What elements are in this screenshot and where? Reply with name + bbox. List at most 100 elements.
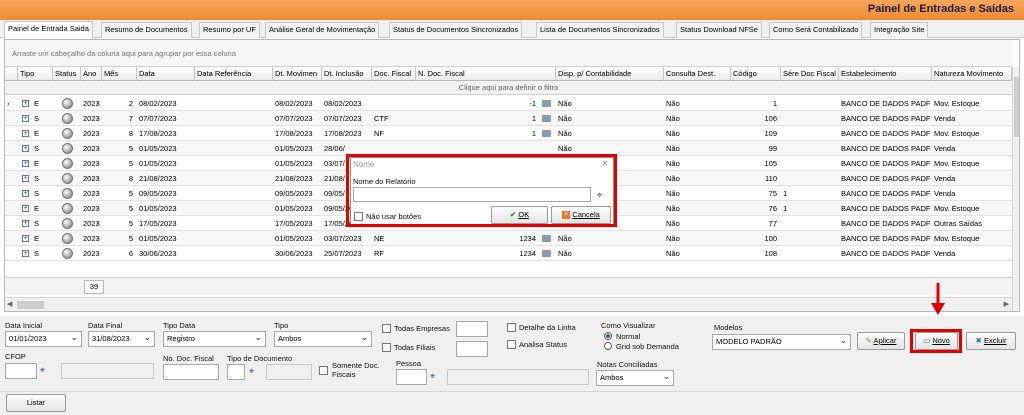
header-serie-doc-fiscal[interactable]: Sére Doc Fiscal	[781, 67, 839, 81]
tab-resumo-documentos[interactable]: Resumo de Documentos	[101, 22, 192, 38]
empresas-input[interactable]	[456, 321, 488, 337]
cell-serie	[781, 96, 839, 111]
cell-natureza: Venda	[934, 249, 956, 258]
somente-doc-fiscais-checkbox[interactable]	[319, 366, 328, 375]
tab-painel-entrada-saida[interactable]: Painel de Entrada Saida	[4, 21, 93, 39]
cell-dtmov: 09/05/2023	[275, 189, 313, 198]
printer-icon[interactable]	[542, 130, 551, 137]
filter-row[interactable]: Clique aqui para definir o filtro	[5, 81, 1012, 95]
aplicar-button[interactable]: ✎ Aplicar	[857, 332, 905, 350]
expand-row-icon[interactable]: +	[22, 115, 29, 122]
cfop-binoculars-icon[interactable]: ⌖	[40, 365, 45, 376]
tab-lista-documentos[interactable]: Lista de Documentos Sincronizados	[536, 22, 664, 38]
table-row[interactable]: + E 2023 5 01/05/2023 01/05/2023 03/07/2023 NE N…	[5, 231, 1012, 246]
table-row[interactable]: + E 2023 8 17/08/2023 17/08/2023 17/08/2023 NF N…	[5, 126, 1012, 141]
cell-mes: 8	[128, 129, 133, 138]
tab-analise-geral[interactable]: Análise Geral de Movimentação	[265, 22, 380, 38]
tipo-select[interactable]: Ambos	[274, 331, 372, 347]
tab-resumo-uf[interactable]: Resumo por UF	[199, 22, 260, 38]
expand-row-icon[interactable]: +	[22, 130, 29, 137]
expand-row-icon[interactable]: +	[22, 175, 29, 182]
header-doc-fiscal[interactable]: Doc. Fiscal	[372, 67, 416, 81]
cell-consulta: Não	[666, 144, 680, 153]
printer-icon[interactable]	[542, 115, 551, 122]
cell-estab: BANCO DE DADOS PADF	[841, 249, 931, 258]
printer-icon[interactable]	[542, 100, 551, 107]
expand-row-icon[interactable]: +	[22, 205, 29, 212]
tipo-documento-binoculars-icon[interactable]: ⌖	[249, 366, 254, 377]
header-data-referencia[interactable]: Data Referência	[195, 67, 273, 81]
tipo-documento-input[interactable]	[227, 364, 245, 380]
report-name-input[interactable]	[353, 187, 591, 202]
ok-button[interactable]: ✔ OK	[491, 206, 548, 224]
filiais-input[interactable]	[456, 341, 488, 357]
header-dt-inclusao[interactable]: Dt. Inclusão	[322, 67, 372, 81]
tipo-data-select[interactable]: Registro	[163, 331, 266, 347]
data-final-field[interactable]: 31/08/2023	[88, 331, 155, 347]
cell-ndoc: 1	[531, 129, 536, 138]
novo-button[interactable]: ▭ Novo	[915, 332, 958, 350]
expand-row-icon[interactable]: +	[22, 160, 29, 167]
todas-filiais-checkbox[interactable]	[382, 343, 391, 352]
listar-button[interactable]: Listar	[6, 394, 66, 412]
header-data[interactable]: Data	[137, 67, 195, 81]
vertical-scrollbar[interactable]	[1012, 67, 1019, 311]
horizontal-scrollbar[interactable]: ◀ ▶	[5, 297, 1012, 311]
header-n-doc-fiscal[interactable]: N. Doc. Fiscal	[416, 67, 556, 81]
header-tipo[interactable]: Tipo	[18, 67, 53, 81]
horizontal-scroll-thumb[interactable]	[17, 301, 44, 309]
table-row[interactable]: + S 2023 5 01/05/2023 01/05/2023 28/06/Não Não 9…	[5, 141, 1012, 156]
cell-tipo: E	[34, 129, 40, 138]
header-consulta-dest[interactable]: Consulta Dest.	[664, 67, 731, 81]
pessoa-binoculars-icon[interactable]: ⌖	[430, 371, 435, 382]
header-dt-movimento[interactable]: Dt. Movimen	[273, 67, 322, 81]
excluir-button[interactable]: ✖ Excluir	[966, 332, 1016, 350]
table-row[interactable]: + S 2023 7 07/07/2023 07/07/2023 07/07/2023 CTF…	[5, 111, 1012, 126]
header-ano[interactable]: Ano	[81, 67, 102, 81]
expand-row-icon[interactable]: +	[22, 145, 29, 152]
cfop-label: CFOP	[5, 352, 26, 361]
no-doc-fiscal-input[interactable]	[163, 364, 219, 380]
expand-row-icon[interactable]: +	[22, 220, 29, 227]
group-by-area[interactable]: Arraste um cabeçalho da coluna aqui para…	[5, 40, 1012, 67]
scroll-right-icon[interactable]: ▶	[1004, 300, 1009, 308]
header-disp-contabilidade[interactable]: Disp. p/ Contabilidade	[556, 67, 664, 81]
header-codigo[interactable]: Código	[731, 67, 781, 81]
header-natureza-movimento[interactable]: Natureza Movimento	[932, 67, 1012, 81]
modelo-select[interactable]: MODELO PADRÃO	[712, 334, 851, 350]
normal-radio[interactable]	[604, 332, 612, 340]
pessoa-input[interactable]	[396, 369, 427, 385]
tab-integracao-site[interactable]: Integração Site	[870, 22, 929, 38]
expand-row-icon[interactable]: +	[22, 250, 29, 257]
expand-row-icon[interactable]: +	[22, 235, 29, 242]
scroll-left-icon[interactable]: ◀	[7, 300, 12, 308]
todas-empresas-checkbox[interactable]	[382, 324, 391, 333]
table-row[interactable]: › + E 2023 2 08/02/2023 08/02/2023 08/02/2023 Nã…	[5, 96, 1012, 111]
tab-status-download-nfse[interactable]: Status Download NFSe	[676, 22, 762, 38]
grid-sob-demanda-radio[interactable]	[604, 342, 612, 350]
notas-conciliadas-select[interactable]: Ambos	[596, 370, 674, 386]
cancel-icon: ×	[562, 211, 571, 220]
expand-row-icon[interactable]: +	[22, 190, 29, 197]
expand-row-icon[interactable]: +	[22, 100, 29, 107]
header-estabelecimento[interactable]: Estabelecimento	[839, 67, 932, 81]
cfop-input[interactable]	[5, 363, 37, 379]
binoculars-icon[interactable]: ⌖	[597, 190, 602, 201]
cell-codigo: 100	[764, 234, 777, 243]
analisa-status-checkbox[interactable]	[507, 340, 516, 349]
status-icon	[62, 248, 73, 259]
data-inicial-field[interactable]: 01/01/2023	[5, 331, 82, 347]
close-icon[interactable]: ×	[602, 158, 608, 170]
detalhe-linha-checkbox[interactable]	[507, 323, 516, 332]
printer-icon[interactable]	[542, 235, 551, 242]
table-row[interactable]: + S 2023 6 30/06/2023 30/06/2023 25/07/2023 RF N…	[5, 246, 1012, 261]
printer-icon[interactable]	[542, 250, 551, 257]
header-mes[interactable]: Mês	[102, 67, 137, 81]
no-buttons-checkbox[interactable]	[354, 212, 363, 221]
tab-como-sera-contabilizado[interactable]: Como Será Contabilizado	[769, 22, 863, 38]
header-status[interactable]: Status	[53, 67, 81, 81]
vertical-scroll-thumb[interactable]	[1014, 77, 1019, 137]
cancel-button[interactable]: × Cancela	[551, 206, 611, 224]
tab-status-documentos[interactable]: Status de Documentos Sincronizados	[389, 22, 523, 38]
filter-panel: Data Inicial 01/01/2023 Data Final 31/08…	[0, 316, 1024, 391]
